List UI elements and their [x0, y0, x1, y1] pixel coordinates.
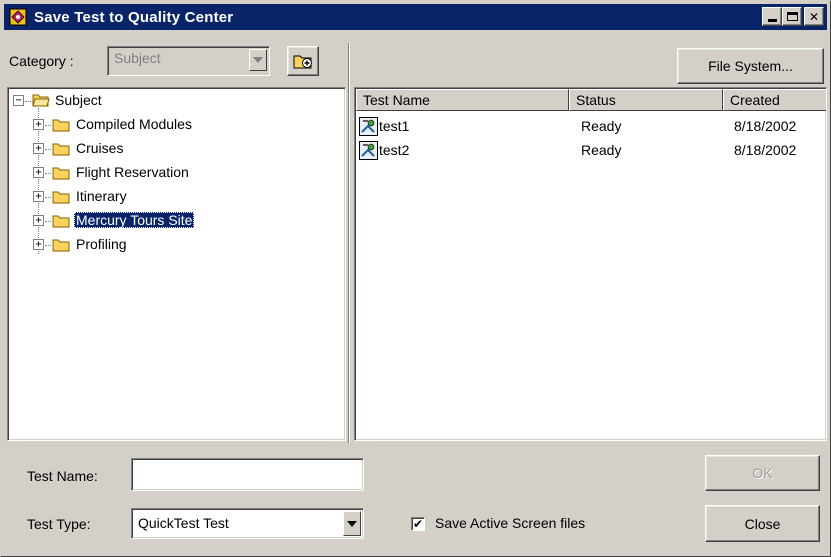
- collapse-icon[interactable]: −: [13, 95, 24, 106]
- status-cell: Ready: [581, 142, 622, 158]
- tree-item[interactable]: + Compiled Modules: [8, 114, 343, 136]
- test-type-value: QuickTest Test: [138, 515, 229, 531]
- column-header-test-name[interactable]: Test Name: [356, 89, 569, 111]
- title-bar[interactable]: Save Test to Quality Center ✕: [4, 4, 827, 30]
- expand-icon[interactable]: +: [33, 215, 44, 226]
- column-header-created[interactable]: Created: [723, 89, 826, 111]
- file-system-label: File System...: [708, 58, 793, 74]
- tree-item-label: Mercury Tours Site: [74, 212, 195, 228]
- expand-icon[interactable]: +: [33, 143, 44, 154]
- minimize-icon: [767, 19, 777, 22]
- tree-item-label: Profiling: [76, 236, 127, 252]
- test-name-label: Test Name:: [27, 468, 98, 484]
- folder-icon: [52, 143, 70, 156]
- save-active-screen-label: Save Active Screen files: [435, 515, 586, 531]
- test-name-cell: test2: [379, 142, 410, 158]
- test-script-icon: [359, 116, 378, 136]
- quality-center-icon: [8, 7, 28, 27]
- test-name-input[interactable]: [131, 458, 364, 491]
- close-window-button[interactable]: ✕: [804, 7, 824, 26]
- column-header-label: Created: [730, 92, 780, 108]
- list-item[interactable]: test1 Ready 8/18/2002: [359, 115, 819, 137]
- file-system-button[interactable]: File System...: [677, 48, 824, 84]
- created-cell: 8/18/2002: [734, 142, 797, 158]
- save-test-dialog: Save Test to Quality Center ✕ Category :…: [0, 0, 831, 557]
- tree-item-label: Compiled Modules: [76, 116, 192, 132]
- tree-item[interactable]: + Itinerary: [8, 186, 343, 208]
- folder-icon: [52, 191, 70, 204]
- close-label: Close: [744, 515, 781, 532]
- close-icon: ✕: [808, 9, 820, 24]
- maximize-icon: [786, 12, 798, 21]
- expand-icon[interactable]: +: [33, 239, 44, 250]
- expand-icon[interactable]: +: [33, 191, 44, 202]
- tree-root-label: Subject: [55, 92, 102, 108]
- ok-button[interactable]: OK: [705, 455, 820, 491]
- list-item[interactable]: test2 Ready 8/18/2002: [359, 139, 819, 161]
- save-active-screen-checkbox[interactable]: ✔: [411, 517, 425, 531]
- category-value: Subject: [114, 50, 161, 66]
- new-folder-icon: [293, 55, 312, 69]
- category-combo[interactable]: Subject: [107, 46, 270, 76]
- column-header-status[interactable]: Status: [569, 89, 723, 111]
- new-folder-button[interactable]: [287, 46, 319, 76]
- test-type-dropdown-button[interactable]: [343, 511, 361, 536]
- column-header-label: Test Name: [363, 92, 430, 108]
- tree-root[interactable]: − Subject: [8, 90, 343, 112]
- close-button[interactable]: Close: [705, 505, 820, 542]
- expand-icon[interactable]: +: [33, 167, 44, 178]
- test-type-label: Test Type:: [27, 516, 91, 532]
- test-type-select[interactable]: QuickTest Test: [131, 508, 364, 539]
- folder-icon: [52, 239, 70, 252]
- tree-item-label: Flight Reservation: [76, 164, 189, 180]
- minimize-button[interactable]: [762, 7, 782, 26]
- folder-icon: [52, 215, 70, 228]
- status-cell: Ready: [581, 118, 622, 134]
- window-title: Save Test to Quality Center: [34, 8, 234, 26]
- tree-item[interactable]: + Flight Reservation: [8, 162, 343, 184]
- folder-tree[interactable]: − Subject + Compiled Modules + Cruises +: [7, 87, 346, 441]
- maximize-button[interactable]: [782, 7, 802, 26]
- tree-item-label: Cruises: [76, 140, 124, 156]
- chevron-down-icon: [253, 57, 263, 63]
- tests-list[interactable]: Test Name Status Created test1 Ready 8/1…: [354, 87, 827, 441]
- test-name-cell: test1: [379, 118, 410, 134]
- column-header-label: Status: [576, 92, 616, 108]
- created-cell: 8/18/2002: [734, 118, 797, 134]
- tree-item-selected[interactable]: + Mercury Tours Site: [8, 210, 343, 232]
- open-folder-icon: [32, 94, 50, 107]
- folder-icon: [52, 119, 70, 132]
- category-dropdown-button[interactable]: [249, 49, 267, 71]
- chevron-down-icon: [347, 520, 357, 527]
- tree-item-label: Itinerary: [76, 188, 127, 204]
- ok-label: OK: [752, 465, 773, 481]
- expand-icon[interactable]: +: [33, 119, 44, 130]
- tree-item[interactable]: + Cruises: [8, 138, 343, 160]
- test-script-icon: [359, 140, 378, 160]
- category-label: Category :: [9, 53, 74, 69]
- check-icon: ✔: [412, 517, 424, 531]
- tree-item[interactable]: + Profiling: [8, 234, 343, 256]
- folder-icon: [52, 167, 70, 180]
